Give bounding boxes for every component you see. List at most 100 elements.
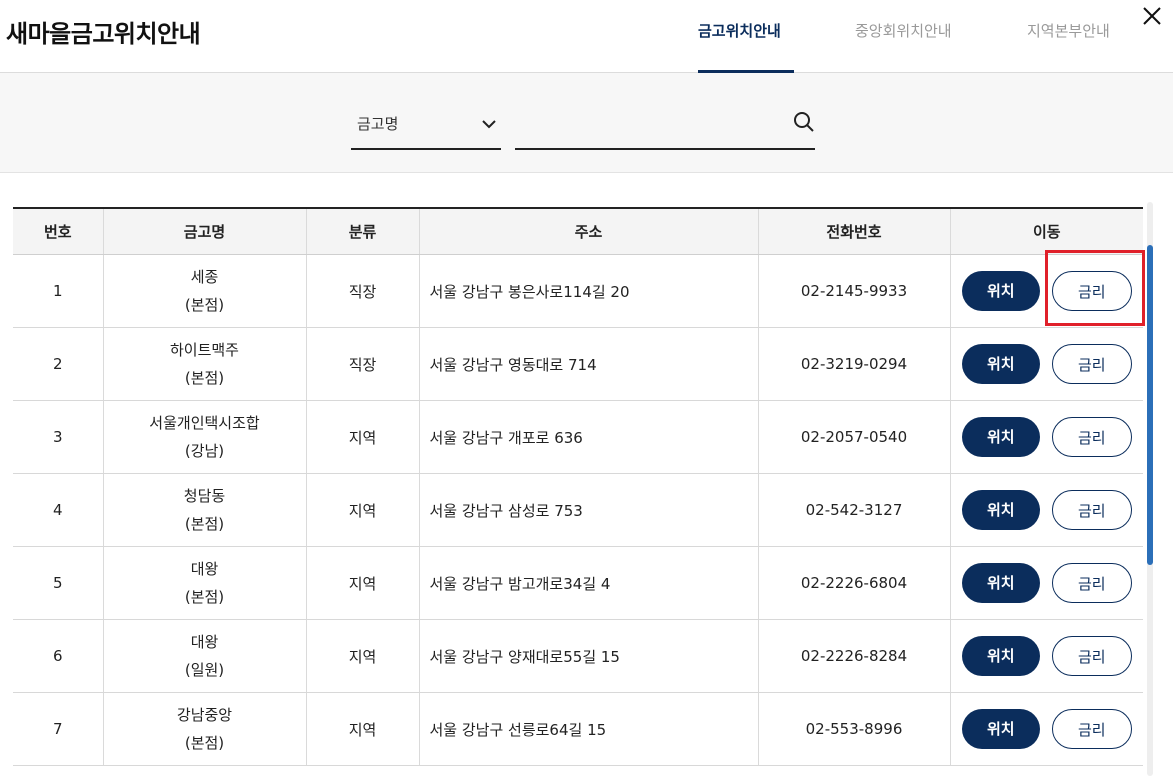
table-row: 4 청담동 (본점) 지역 서울 강남구 삼성로 753 02-542-3127 … bbox=[13, 473, 1143, 547]
row-name-cell: 강남중앙 (본점) bbox=[102, 692, 306, 766]
location-button[interactable]: 위치 bbox=[961, 563, 1040, 603]
branch-office: (본점) bbox=[184, 296, 225, 314]
column-header-number: 번호 bbox=[13, 207, 103, 255]
row-name-cell: 청담동 (본점) bbox=[102, 473, 306, 547]
branch-table: 번호 금고명 분류 주소 전화번호 이동 1 세종 (본점) 직장 서울 강남구 … bbox=[13, 207, 1143, 766]
interest-rate-button[interactable]: 금리 bbox=[1051, 344, 1132, 384]
table-row: 5 대왕 (본점) 지역 서울 강남구 밤고개로34길 4 02-2226-680… bbox=[13, 546, 1143, 620]
location-button[interactable]: 위치 bbox=[961, 490, 1040, 530]
row-actions: 위치 금리 bbox=[949, 327, 1143, 401]
branch-name: 청담동 bbox=[183, 487, 226, 505]
column-header-type: 분류 bbox=[305, 207, 419, 255]
table-row: 7 강남중앙 (본점) 지역 서울 강남구 선릉로64길 15 02-553-89… bbox=[13, 692, 1143, 766]
page-title: 새마을금고위치안내 bbox=[6, 20, 201, 48]
row-type: 직장 bbox=[305, 327, 419, 401]
row-actions: 위치 금리 bbox=[949, 619, 1143, 693]
row-number: 2 bbox=[13, 327, 103, 401]
row-actions: 위치 금리 bbox=[949, 400, 1143, 474]
row-number: 5 bbox=[13, 546, 103, 620]
branch-name: 세종 bbox=[190, 268, 219, 286]
row-number: 6 bbox=[13, 619, 103, 693]
column-header-address: 주소 bbox=[418, 207, 758, 255]
row-phone: 02-542-3127 bbox=[757, 473, 950, 547]
branch-name: 하이트맥주 bbox=[169, 341, 239, 359]
row-address: 서울 강남구 영동대로 714 bbox=[418, 327, 758, 401]
tab-branch-location[interactable]: 금고위치안내 bbox=[698, 20, 781, 41]
branch-office: (본점) bbox=[184, 588, 225, 606]
branch-name: 강남중앙 bbox=[176, 706, 233, 724]
table-row: 1 세종 (본점) 직장 서울 강남구 봉은사로114길 20 02-2145-9… bbox=[13, 254, 1143, 328]
branch-office: (일원) bbox=[184, 661, 225, 679]
search-type-value: 금고명 bbox=[357, 115, 399, 133]
row-actions: 위치 금리 bbox=[949, 692, 1143, 766]
row-name-cell: 대왕 (일원) bbox=[102, 619, 306, 693]
interest-rate-button[interactable]: 금리 bbox=[1051, 636, 1132, 676]
row-address: 서울 강남구 선릉로64길 15 bbox=[418, 692, 758, 766]
table-row: 6 대왕 (일원) 지역 서울 강남구 양재대로55길 15 02-2226-82… bbox=[13, 619, 1143, 693]
tab-central-office-location[interactable]: 중앙회위치안내 bbox=[855, 20, 952, 41]
row-type: 지역 bbox=[305, 546, 419, 620]
header-bar: 새마을금고위치안내 금고위치안내 중앙회위치안내 지역본부안내 bbox=[0, 0, 1173, 73]
row-address: 서울 강남구 양재대로55길 15 bbox=[418, 619, 758, 693]
row-address: 서울 강남구 봉은사로114길 20 bbox=[418, 254, 758, 328]
column-header-move: 이동 bbox=[949, 207, 1143, 255]
interest-rate-button[interactable]: 금리 bbox=[1051, 563, 1132, 603]
row-name-cell: 하이트맥주 (본점) bbox=[102, 327, 306, 401]
interest-rate-button[interactable]: 금리 bbox=[1051, 417, 1132, 457]
row-phone: 02-2226-8284 bbox=[757, 619, 950, 693]
row-name-cell: 세종 (본점) bbox=[102, 254, 306, 328]
branch-office: (본점) bbox=[184, 369, 225, 387]
row-address: 서울 강남구 밤고개로34길 4 bbox=[418, 546, 758, 620]
column-header-name: 금고명 bbox=[102, 207, 306, 255]
branch-name: 서울개인택시조합 bbox=[149, 414, 260, 432]
branch-office: (본점) bbox=[184, 734, 225, 752]
branch-office: (강남) bbox=[184, 442, 225, 460]
row-actions: 위치 금리 bbox=[949, 254, 1143, 328]
branch-name: 대왕 bbox=[190, 560, 219, 578]
location-button[interactable]: 위치 bbox=[961, 271, 1040, 311]
close-icon[interactable] bbox=[1140, 4, 1164, 28]
search-field bbox=[515, 102, 815, 150]
tab-regional-office[interactable]: 지역본부안내 bbox=[1027, 20, 1110, 41]
row-type: 지역 bbox=[305, 400, 419, 474]
row-type: 지역 bbox=[305, 619, 419, 693]
location-button[interactable]: 위치 bbox=[961, 709, 1040, 749]
interest-rate-button[interactable]: 금리 bbox=[1051, 271, 1132, 311]
row-type: 직장 bbox=[305, 254, 419, 328]
row-type: 지역 bbox=[305, 473, 419, 547]
branch-locator-page: 새마을금고위치안내 금고위치안내 중앙회위치안내 지역본부안내 금고명 번호 금… bbox=[0, 0, 1173, 776]
row-number: 4 bbox=[13, 473, 103, 547]
location-button[interactable]: 위치 bbox=[961, 417, 1040, 457]
search-icon[interactable] bbox=[793, 111, 815, 133]
row-phone: 02-553-8996 bbox=[757, 692, 950, 766]
row-phone: 02-2145-9933 bbox=[757, 254, 950, 328]
row-number: 3 bbox=[13, 400, 103, 474]
branch-name: 대왕 bbox=[190, 633, 219, 651]
search-area: 금고명 bbox=[0, 73, 1173, 173]
chevron-down-icon bbox=[481, 116, 497, 132]
row-phone: 02-2057-0540 bbox=[757, 400, 950, 474]
location-button[interactable]: 위치 bbox=[961, 636, 1040, 676]
branch-table-container: 번호 금고명 분류 주소 전화번호 이동 1 세종 (본점) 직장 서울 강남구 … bbox=[13, 207, 1143, 776]
row-address: 서울 강남구 삼성로 753 bbox=[418, 473, 758, 547]
table-row: 3 서울개인택시조합 (강남) 지역 서울 강남구 개포로 636 02-2057… bbox=[13, 400, 1143, 474]
row-number: 1 bbox=[13, 254, 103, 328]
row-type: 지역 bbox=[305, 692, 419, 766]
scrollbar-thumb[interactable] bbox=[1147, 245, 1153, 565]
branch-office: (본점) bbox=[184, 515, 225, 533]
row-phone: 02-3219-0294 bbox=[757, 327, 950, 401]
location-button[interactable]: 위치 bbox=[961, 344, 1040, 384]
table-header-row: 번호 금고명 분류 주소 전화번호 이동 bbox=[13, 207, 1143, 255]
interest-rate-button[interactable]: 금리 bbox=[1051, 709, 1132, 749]
row-phone: 02-2226-6804 bbox=[757, 546, 950, 620]
row-name-cell: 서울개인택시조합 (강남) bbox=[102, 400, 306, 474]
row-name-cell: 대왕 (본점) bbox=[102, 546, 306, 620]
interest-rate-button[interactable]: 금리 bbox=[1051, 490, 1132, 530]
column-header-phone: 전화번호 bbox=[757, 207, 950, 255]
search-input[interactable] bbox=[515, 108, 781, 142]
row-number: 7 bbox=[13, 692, 103, 766]
row-actions: 위치 금리 bbox=[949, 473, 1143, 547]
search-type-select[interactable]: 금고명 bbox=[351, 102, 501, 150]
row-actions: 위치 금리 bbox=[949, 546, 1143, 620]
row-address: 서울 강남구 개포로 636 bbox=[418, 400, 758, 474]
